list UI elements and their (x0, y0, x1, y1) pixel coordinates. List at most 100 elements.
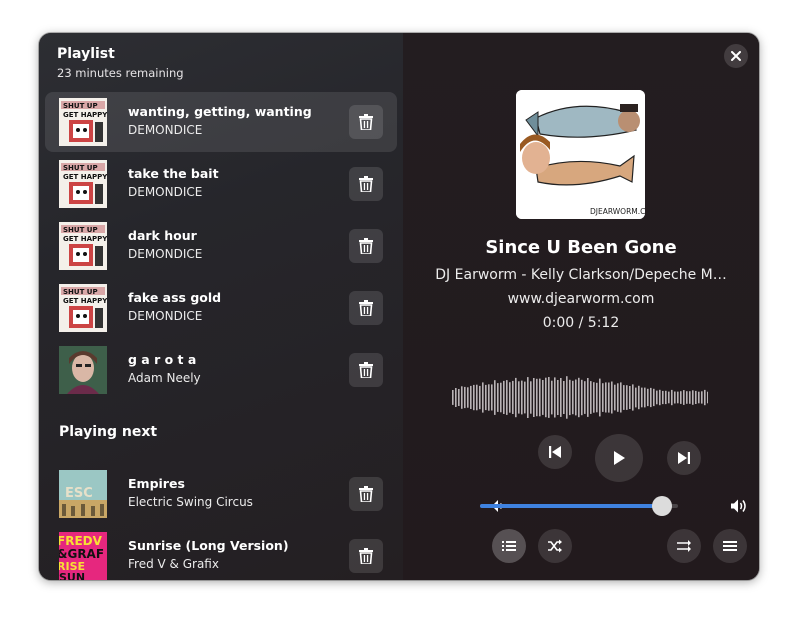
track-artist: Electric Swing Circus (128, 495, 253, 509)
playing-next-row[interactable]: ESC Empires Electric Swing Circus (45, 464, 397, 524)
next-button[interactable] (667, 441, 701, 475)
waveform-bar (458, 389, 460, 406)
waveform-bar (671, 389, 673, 406)
close-icon (731, 51, 741, 61)
waveform-bar (620, 382, 622, 413)
previous-button[interactable] (538, 435, 572, 469)
waveform-bar (554, 377, 556, 418)
album-art-shut-up: SHUT UP GET HAPPY (59, 284, 107, 332)
shuffle-icon (548, 539, 562, 553)
playlist-row[interactable]: SHUT UP GET HAPPY take the bait DEMONDICE (45, 154, 397, 214)
remove-track-button[interactable] (349, 353, 383, 387)
waveform-bar (626, 385, 628, 410)
waveform-bar (641, 387, 643, 408)
skip-next-icon (678, 452, 690, 464)
svg-text:FREDV: FREDV (59, 534, 103, 548)
repeat-button[interactable] (667, 529, 701, 563)
music-player-window: Playlist 23 minutes remaining SHUT UP GET… (39, 33, 759, 580)
waveform-bar (542, 380, 544, 415)
playlist-row-current[interactable]: SHUT UP GET HAPPY wanting, getting, wanti… (45, 92, 397, 152)
waveform-bar (470, 385, 472, 409)
track-title: wanting, getting, wanting (128, 104, 312, 119)
waveform-bar (452, 390, 454, 405)
waveform-bar (563, 381, 565, 414)
volume-slider[interactable] (480, 496, 678, 516)
waveform-bar (575, 379, 577, 416)
track-title: Sunrise (Long Version) (128, 538, 289, 553)
waveform-bar (587, 378, 589, 417)
trash-icon (359, 114, 373, 130)
track-title: take the bait (128, 166, 219, 181)
volume-handle[interactable] (652, 496, 673, 516)
waveform-bar (515, 377, 517, 418)
waveform-bar (698, 391, 700, 404)
waveform-bar (593, 382, 595, 413)
waveform-bar (503, 380, 505, 414)
hamburger-menu-icon (723, 541, 737, 551)
waveform-bar (653, 388, 655, 407)
waveform-bar (518, 381, 520, 414)
queue-list-icon (502, 541, 516, 551)
waveform-bar (674, 391, 676, 404)
shuffle-button[interactable] (538, 529, 572, 563)
waveform-bar (644, 387, 646, 408)
waveform-bar (692, 390, 694, 405)
waveform-bar (632, 384, 634, 411)
remove-track-button[interactable] (349, 539, 383, 573)
play-button[interactable] (595, 434, 643, 482)
playlist-row[interactable]: SHUT UP GET HAPPY dark hour DEMONDICE (45, 216, 397, 276)
waveform-bar (497, 383, 499, 412)
album-cover: DJEARWORM.CO (516, 90, 645, 219)
queue-toggle-button[interactable] (492, 529, 526, 563)
waveform-bar (665, 390, 667, 405)
waveform-bar (560, 378, 562, 417)
album-art-fredv: FREDV &GRAF RISE SUN (59, 532, 107, 580)
track-artist: DEMONDICE (128, 123, 203, 137)
waveform-bar (596, 382, 598, 413)
waveform-bar (500, 382, 502, 413)
waveform-seekbar[interactable] (452, 375, 708, 420)
remove-track-button[interactable] (349, 229, 383, 263)
playlist-title: Playlist (57, 46, 115, 62)
track-title: dark hour (128, 228, 197, 243)
track-artist: DEMONDICE (128, 247, 203, 261)
time-remaining: 23 minutes remaining (57, 66, 184, 80)
waveform-bar (611, 381, 613, 414)
waveform-bar (455, 388, 457, 407)
waveform-bar (701, 391, 703, 404)
remove-track-button[interactable] (349, 167, 383, 201)
playing-next-heading: Playing next (59, 424, 158, 440)
remove-track-button[interactable] (349, 105, 383, 139)
waveform-bar (629, 386, 631, 409)
close-button[interactable] (724, 44, 748, 68)
waveform-bar (638, 385, 640, 410)
waveform-bar (545, 377, 547, 418)
waveform-bar (680, 391, 682, 404)
waveform-bar (479, 385, 481, 410)
waveform-bar (650, 387, 652, 408)
playlist-row[interactable]: g a r o t a Adam Neely (45, 340, 397, 400)
waveform-bar (569, 379, 571, 416)
waveform-bar (548, 377, 550, 418)
waveform-bar (704, 389, 706, 406)
waveform-bar (614, 384, 616, 411)
remove-track-button[interactable] (349, 477, 383, 511)
waveform-bar (605, 382, 607, 413)
waveform-bar (467, 387, 469, 408)
waveform-bar (521, 380, 523, 415)
waveform-bar (689, 391, 691, 404)
main-menu-button[interactable] (713, 529, 747, 563)
svg-text:GET HAPPY: GET HAPPY (63, 173, 107, 181)
play-icon (614, 451, 625, 465)
waveform-bar (539, 378, 541, 417)
waveform-bar (635, 387, 637, 408)
remove-track-button[interactable] (349, 291, 383, 325)
waveform-bar (668, 391, 670, 404)
skip-previous-icon (549, 446, 561, 458)
waveform-bar (482, 382, 484, 413)
playlist-row[interactable]: SHUT UP GET HAPPY fake ass gold DEMONDICE (45, 278, 397, 338)
waveform-bar (572, 380, 574, 415)
waveform-bar (491, 384, 493, 411)
playing-next-row[interactable]: FREDV &GRAF RISE SUN Sunrise (Long Version)… (45, 526, 397, 580)
waveform-bar (590, 381, 592, 414)
